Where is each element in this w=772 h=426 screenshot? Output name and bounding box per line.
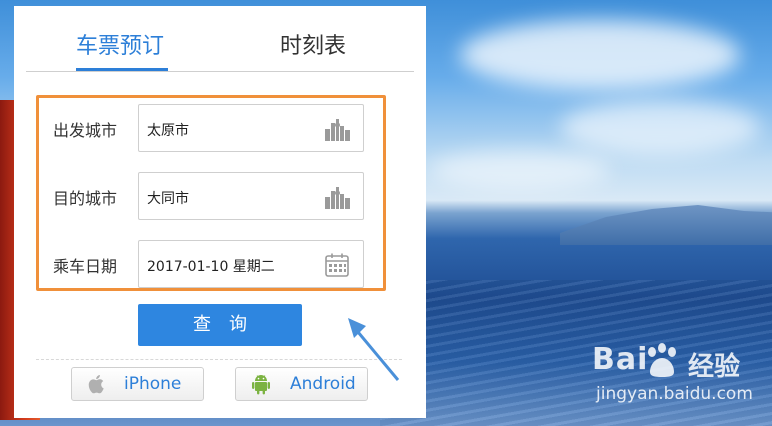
tab-timetable[interactable]: 时刻表: [280, 28, 346, 60]
departure-city-value: 太原市: [147, 123, 189, 139]
apple-icon: [88, 375, 104, 394]
watermark-logo: Bai: [592, 342, 649, 377]
city-icon[interactable]: [323, 185, 351, 209]
paw-icon: [648, 343, 676, 377]
date-label: 乘车日期: [53, 257, 118, 276]
calendar-icon[interactable]: [323, 253, 351, 277]
destination-city-value: 大同市: [147, 191, 189, 207]
destination-city-input[interactable]: 大同市: [138, 172, 364, 220]
departure-city-input[interactable]: 太原市: [138, 104, 364, 152]
departure-label: 出发城市: [53, 121, 118, 140]
baidu-watermark: Bai 经验 jingyan.baidu.com: [592, 342, 762, 412]
highlight-box: 出发城市 太原市 目的城市 大同市 乘车日期 2017-01-10 星期二: [36, 95, 386, 291]
watermark-logo-suffix: 经验: [688, 352, 741, 382]
iphone-label: iPhone: [124, 374, 182, 394]
cloud: [560, 100, 760, 155]
travel-date-input[interactable]: 2017-01-10 星期二: [138, 240, 364, 288]
active-tab-indicator: [76, 68, 168, 71]
date-row: 乘车日期 2017-01-10 星期二: [39, 240, 383, 288]
android-icon: [252, 375, 270, 395]
tab-ticket-booking[interactable]: 车票预订: [76, 28, 164, 60]
tab-bar: 车票预订 时刻表: [26, 6, 414, 72]
city-icon[interactable]: [323, 117, 351, 141]
query-button[interactable]: 查询: [138, 304, 302, 346]
iphone-app-button[interactable]: iPhone: [71, 367, 204, 401]
distant-mountain: [560, 205, 772, 245]
annotation-arrow: [348, 318, 400, 381]
travel-date-value: 2017-01-10 星期二: [147, 259, 275, 275]
cloud: [460, 20, 740, 90]
destination-label: 目的城市: [53, 189, 118, 208]
destination-row: 目的城市 大同市: [39, 172, 383, 220]
departure-row: 出发城市 太原市: [39, 104, 383, 152]
cloud: [430, 150, 610, 190]
watermark-url: jingyan.baidu.com: [596, 384, 753, 404]
carousel-indicators: [600, 418, 704, 424]
